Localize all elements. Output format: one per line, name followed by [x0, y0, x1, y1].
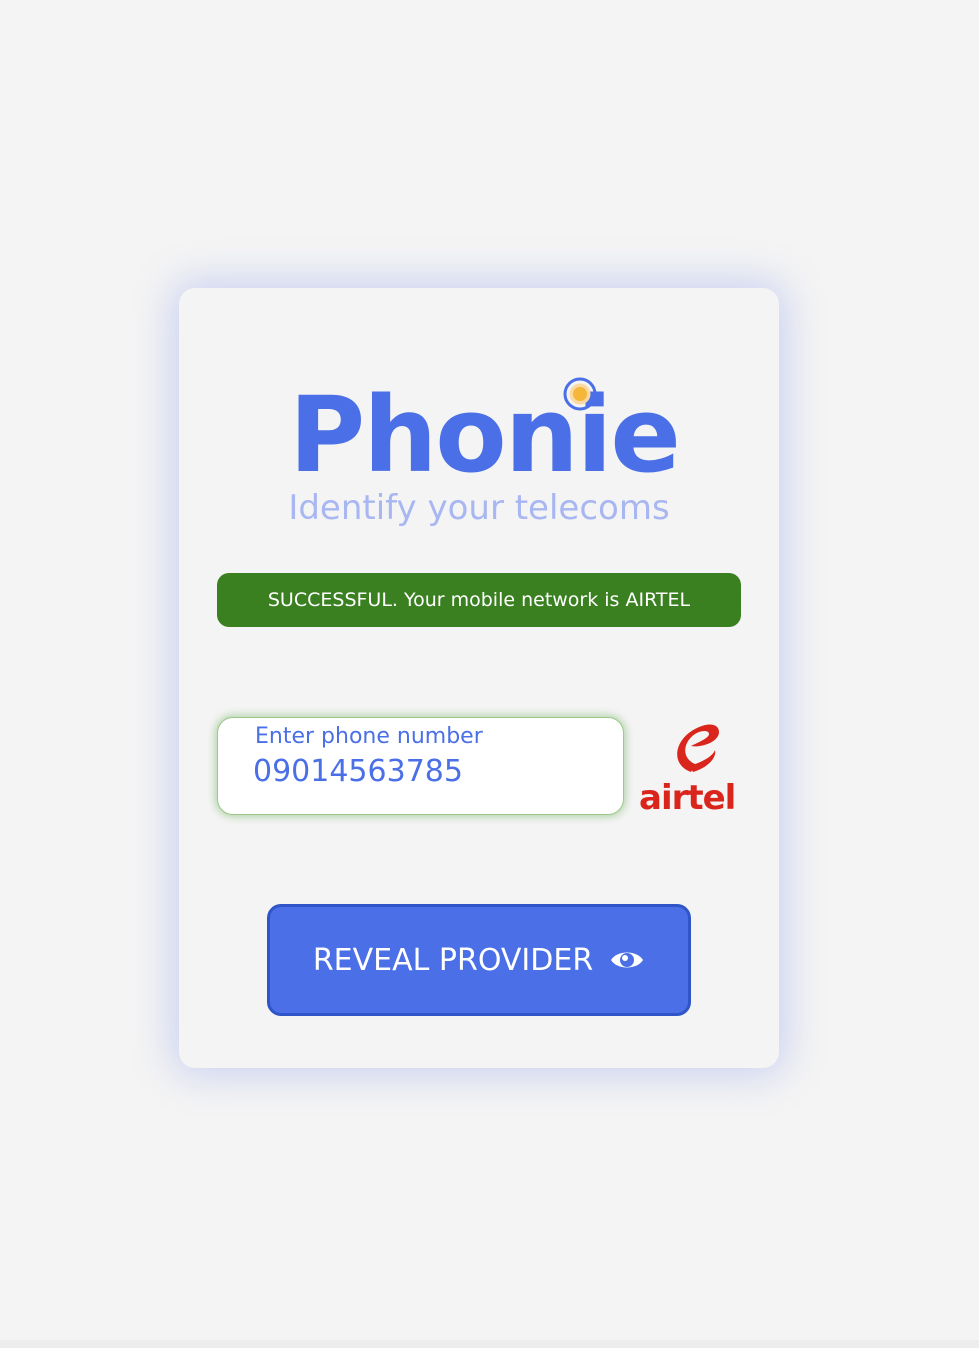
reveal-provider-label: REVEAL PROVIDER [312, 942, 594, 978]
airtel-logo: airtel [639, 712, 736, 822]
reveal-provider-button[interactable]: REVEAL PROVIDER [267, 904, 691, 1016]
provider-card: Phonie Identify your telecoms SUCCESSFUL… [179, 288, 779, 1068]
eye-icon [611, 952, 644, 968]
phone-input[interactable] [253, 754, 593, 789]
phone-field-label: Enter phone number [255, 724, 483, 749]
airtel-swoosh-icon [677, 724, 719, 772]
brand-tagline: Identify your telecoms [288, 488, 670, 528]
page-bottom-edge [0, 1340, 979, 1348]
brand-name: Phonie [289, 374, 681, 496]
status-banner: SUCCESSFUL. Your mobile network is AIRTE… [217, 573, 741, 627]
brand-logo: Phonie Identify your telecoms [179, 374, 779, 530]
signal-dot-icon [563, 377, 597, 411]
provider-name: airtel [639, 778, 736, 818]
phone-field[interactable]: Enter phone number [217, 717, 624, 815]
